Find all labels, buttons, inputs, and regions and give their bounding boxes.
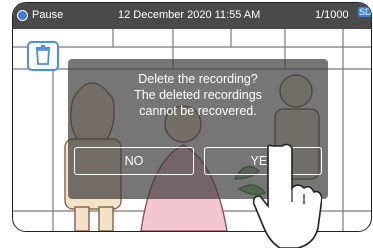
dialog-message-line: Delete the recording?	[138, 72, 258, 86]
recording-datetime: 12 December 2020 11:55 AM	[118, 9, 261, 21]
dialog-message-line: The deleted recordings	[134, 88, 262, 102]
recording-counter: 1/1000	[315, 9, 349, 21]
trash-icon	[36, 45, 50, 65]
status-bar: Pause 12 December 2020 11:55 AM 1/1000 S…	[13, 3, 371, 29]
dialog-message: Delete the recording? The deleted record…	[68, 71, 328, 119]
pointing-hand-icon	[252, 143, 322, 248]
delete-button[interactable]	[27, 41, 59, 71]
sd-card-icon: SD	[358, 7, 372, 17]
no-button[interactable]: NO	[74, 147, 194, 175]
play-indicator-icon	[17, 10, 28, 21]
dialog-message-line: cannot be recovered.	[139, 104, 257, 118]
mode-label: Pause	[32, 9, 64, 21]
